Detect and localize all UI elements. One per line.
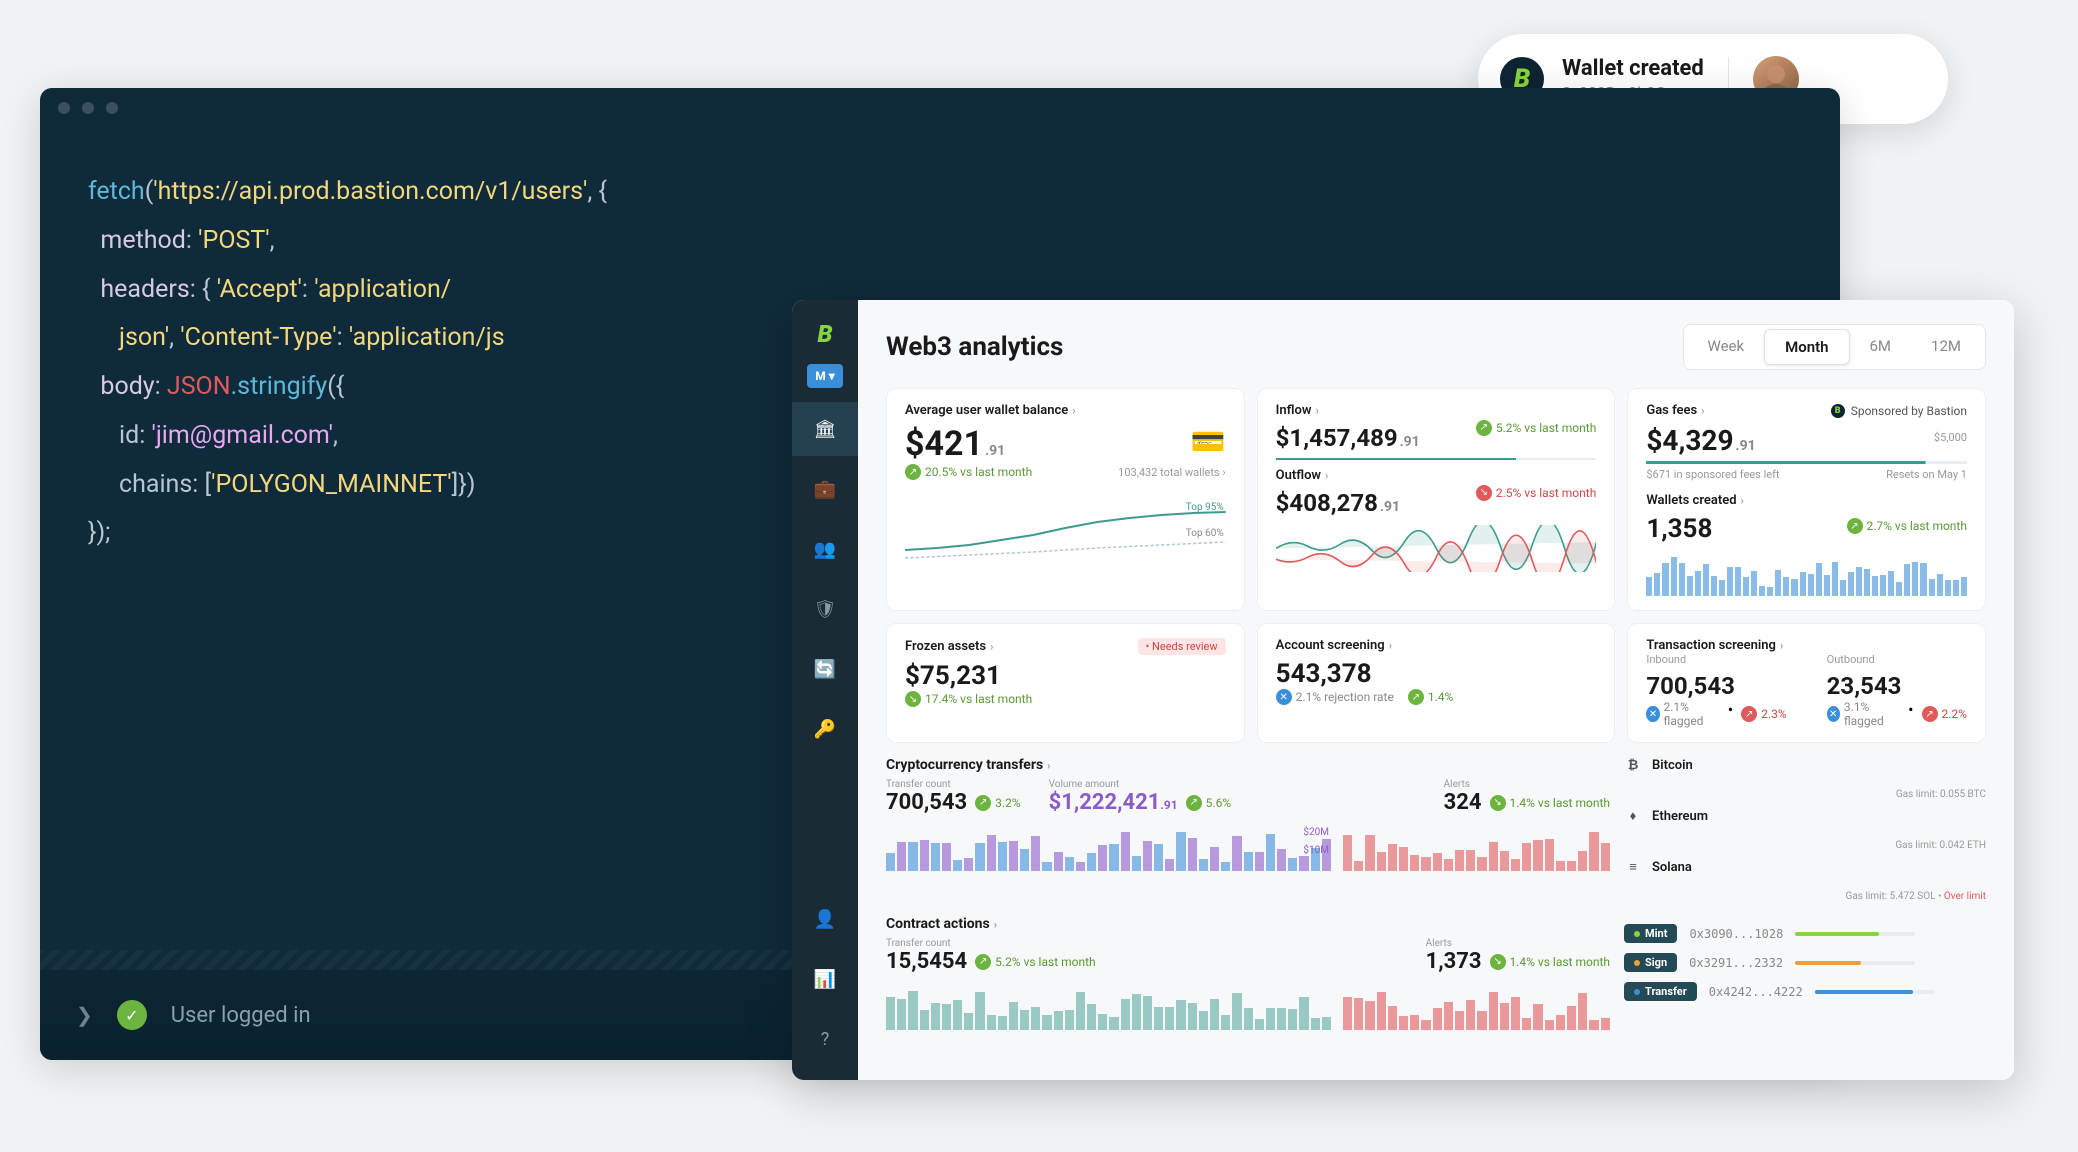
chain-ethereum[interactable]: ♦ Ethereum xyxy=(1624,808,1986,824)
nav-keys[interactable]: 🔑 xyxy=(792,702,858,756)
contracts-title: Contract actions› xyxy=(886,916,1610,932)
card-inflow-outflow[interactable]: Inflow› $1,457,489.91 ↗5.2% vs last mont… xyxy=(1257,388,1616,611)
key-icon: 🔑 xyxy=(814,719,836,740)
chain-bitcoin[interactable]: ₿ Bitcoin xyxy=(1624,757,1986,773)
card-transaction-screening[interactable]: Transaction screening› Inbound 700,543 ✕… xyxy=(1627,623,1986,743)
alerts-chart xyxy=(1343,827,1610,871)
window-maximize-dot[interactable] xyxy=(106,102,118,114)
wallets-chart xyxy=(1646,552,1967,596)
toast-title: Wallet created xyxy=(1562,56,1704,81)
wallet-icon: 💼 xyxy=(814,479,836,500)
nav-transfers[interactable]: 🔄 xyxy=(792,642,858,696)
action-mint[interactable]: Mint 0x3090...1028 xyxy=(1624,924,1986,943)
success-check-icon: ✓ xyxy=(117,1000,147,1030)
nav-help[interactable]: ? xyxy=(792,1012,858,1066)
brand-logo-icon: B xyxy=(817,314,832,358)
page-title: Web3 analytics xyxy=(886,332,1063,362)
contract-alerts-chart xyxy=(1343,986,1610,1030)
tab-6m[interactable]: 6M xyxy=(1850,329,1912,365)
users-icon: 👥 xyxy=(814,539,836,560)
nav-wallet[interactable]: 💼 xyxy=(792,462,858,516)
chevron-right-icon: ❯ xyxy=(76,1003,93,1027)
contracts-chart xyxy=(886,986,1331,1030)
nav-reports[interactable]: 📊 xyxy=(792,952,858,1006)
tab-12m[interactable]: 12M xyxy=(1911,329,1981,365)
analytics-panel: B M ▾ 🏛 💼 👥 🛡 🔄 🔑 👤 📊 ? Web3 analytics W… xyxy=(792,300,2014,1080)
nav-institution[interactable]: 🏛 xyxy=(792,402,858,456)
wallet-icon: 💳 xyxy=(1191,425,1226,458)
flow-chart xyxy=(1276,525,1597,569)
card-wallet-balance[interactable]: Average user wallet balance› $421.91 💳 ↗… xyxy=(886,388,1245,611)
window-close-dot[interactable] xyxy=(58,102,70,114)
transfers-title: Cryptocurrency transfers› xyxy=(886,757,1610,773)
transfers-chart: $20M $10M xyxy=(886,827,1331,871)
tab-week[interactable]: Week xyxy=(1688,329,1765,365)
nav-profile[interactable]: 👤 xyxy=(792,892,858,946)
chevron-right-icon: › xyxy=(1072,404,1075,417)
bitcoin-icon: ₿ xyxy=(1624,757,1642,773)
action-sign[interactable]: Sign 0x3291...2332 xyxy=(1624,953,1986,972)
ethereum-icon: ♦ xyxy=(1624,808,1642,824)
account-switcher[interactable]: M ▾ xyxy=(807,364,843,388)
action-transfer[interactable]: Transfer 0x4242...4222 xyxy=(1624,982,1986,1001)
card-gas-fees[interactable]: Gas fees› BSponsored by Bastion $4,329.9… xyxy=(1627,388,1986,611)
chain-solana[interactable]: ≡ Solana xyxy=(1624,859,1986,875)
card-frozen-assets[interactable]: Frozen assets› • Needs review $75,231 ↘1… xyxy=(886,623,1245,743)
nav-security[interactable]: 🛡 xyxy=(792,582,858,636)
help-icon: ? xyxy=(821,1029,830,1050)
chart-icon: 📊 xyxy=(814,969,836,990)
side-nav: B M ▾ 🏛 💼 👥 🛡 🔄 🔑 👤 📊 ? xyxy=(792,300,858,1080)
swap-icon: 🔄 xyxy=(814,659,836,680)
tab-month[interactable]: Month xyxy=(1764,329,1849,365)
bank-icon: 🏛 xyxy=(814,419,837,440)
profile-icon: 👤 xyxy=(814,909,836,930)
window-controls xyxy=(40,88,1840,128)
window-minimize-dot[interactable] xyxy=(82,102,94,114)
card-account-screening[interactable]: Account screening› 543,378 ✕2.1% rejecti… xyxy=(1257,623,1616,743)
nav-users[interactable]: 👥 xyxy=(792,522,858,576)
balance-chart: Top 95% Top 60% xyxy=(905,490,1226,560)
recent-actions: Mint 0x3090...1028 Sign 0x3291...2332 Tr… xyxy=(1624,916,1986,1030)
chain-gas-limits: ₿ Bitcoin Gas limit: 0.055 BTC ♦ Ethereu… xyxy=(1624,757,1986,902)
console-message: User logged in xyxy=(171,1003,311,1028)
bastion-badge-icon: B xyxy=(1831,404,1845,418)
time-range-tabs: Week Month 6M 12M xyxy=(1683,324,1987,370)
solana-icon: ≡ xyxy=(1624,859,1642,875)
shield-icon: 🛡 xyxy=(814,599,837,620)
